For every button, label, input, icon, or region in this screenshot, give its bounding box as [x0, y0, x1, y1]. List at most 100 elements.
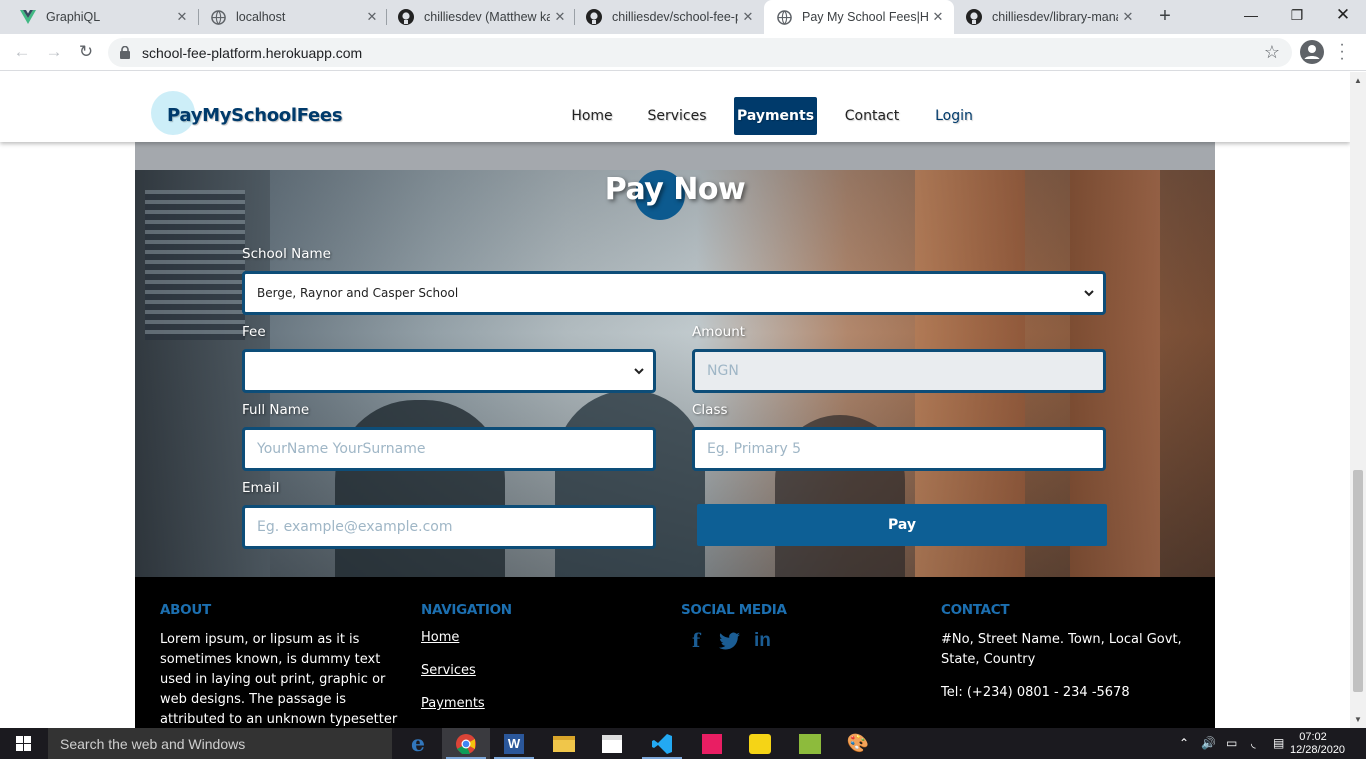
scroll-up-arrow-icon[interactable]: ▲: [1354, 76, 1362, 85]
class-input[interactable]: Eg. Primary 5: [692, 427, 1106, 471]
amount-label: Amount: [692, 324, 746, 340]
tab-graphiql[interactable]: GraphiQL ✕: [8, 0, 198, 34]
taskbar-clock[interactable]: 07:02 12/28/2020: [1290, 731, 1345, 757]
volume-icon[interactable]: 🔊: [1201, 736, 1216, 750]
about-line: attributed to an unknown typesetter: [160, 712, 398, 727]
twitter-icon[interactable]: [719, 632, 741, 656]
vue-icon: [20, 9, 36, 25]
school-name-value: Berge, Raynor and Casper School: [257, 286, 459, 300]
paint-icon[interactable]: 🎨: [834, 728, 882, 759]
pay-now-section: Pay Now School Name Berge, Raynor and Ca…: [135, 170, 1215, 577]
nav-services[interactable]: Services: [642, 97, 712, 135]
address-line: State, Country: [941, 652, 1036, 667]
minimize-icon[interactable]: —: [1228, 0, 1274, 30]
footer-telephone: Tel: (+234) 0801 - 234 -5678: [941, 685, 1130, 700]
close-tab-icon[interactable]: ✕: [362, 9, 382, 25]
close-window-icon[interactable]: ✕: [1320, 0, 1366, 30]
tray-chevron-up-icon[interactable]: ⌃: [1179, 736, 1189, 750]
store-icon[interactable]: [588, 728, 636, 759]
github-icon: [586, 9, 602, 25]
lock-icon[interactable]: [120, 45, 130, 64]
new-tab-button[interactable]: +: [1154, 5, 1176, 27]
full-name-input[interactable]: YourName YourSurname: [242, 427, 656, 471]
tab-pay-my-school-fees[interactable]: Pay My School Fees|Ho ✕: [764, 0, 954, 34]
windows-start-icon[interactable]: [0, 728, 48, 759]
vscode-icon[interactable]: [638, 728, 686, 759]
tab-title: chilliesdev (Matthew ka: [424, 10, 550, 24]
chrome-icon[interactable]: [442, 728, 490, 759]
scroll-down-arrow-icon[interactable]: ▼: [1354, 715, 1362, 724]
map-app-icon[interactable]: [786, 728, 834, 759]
scrollbar-thumb[interactable]: [1353, 470, 1363, 692]
section-divider: [135, 142, 1215, 170]
footer-navigation-heading: NAVIGATION: [421, 602, 512, 618]
full-name-label: Full Name: [242, 402, 310, 418]
tab-title: Pay My School Fees|Ho: [802, 10, 928, 24]
address-line: #No, Street Name. Town, Local Govt,: [941, 632, 1182, 647]
site-footer: ABOUT Lorem ipsum, or lipsum as it is so…: [135, 577, 1215, 728]
linkedin-icon[interactable]: in: [754, 630, 771, 652]
edge-icon[interactable]: e: [394, 728, 442, 759]
notifications-icon[interactable]: ▤: [1273, 736, 1284, 750]
browser-tab-strip: GraphiQL ✕ localhost ✕ chilliesdev (Matt…: [0, 0, 1366, 34]
tab-github-profile[interactable]: chilliesdev (Matthew ka ✕: [386, 0, 576, 34]
fee-select[interactable]: [242, 349, 656, 393]
footer-link-payments[interactable]: Payments: [421, 696, 485, 711]
nav-login[interactable]: Login: [928, 97, 980, 135]
class-label: Class: [692, 402, 728, 418]
taskbar-search-box[interactable]: Search the web and Windows: [48, 728, 392, 759]
page-scrollbar[interactable]: ▲ ▼: [1350, 72, 1366, 728]
browser-toolbar: ← → ↻ school-fee-platform.herokuapp.com …: [0, 34, 1366, 71]
tab-localhost[interactable]: localhost ✕: [198, 0, 388, 34]
battery-icon[interactable]: ▭: [1226, 736, 1237, 750]
nav-contact[interactable]: Contact: [838, 97, 906, 135]
globe-icon: [776, 9, 792, 25]
wifi-icon[interactable]: ◟: [1251, 736, 1256, 750]
facebook-icon[interactable]: f: [692, 630, 700, 652]
site-header: PayMySchoolFees Home Services Payments C…: [0, 72, 1350, 142]
site-logo[interactable]: PayMySchoolFees: [167, 105, 343, 126]
footer-about-text: Lorem ipsum, or lipsum as it is sometime…: [160, 630, 410, 728]
fee-label: Fee: [242, 324, 266, 340]
about-line: Lorem ipsum, or lipsum as it is: [160, 632, 360, 647]
amount-field: NGN: [692, 349, 1106, 393]
school-name-label: School Name: [242, 246, 331, 262]
background-louvre-window: [145, 190, 245, 340]
footer-link-home[interactable]: Home: [421, 630, 459, 645]
nav-home[interactable]: Home: [563, 97, 621, 135]
address-bar[interactable]: school-fee-platform.herokuapp.com ☆: [108, 38, 1292, 67]
profile-avatar-icon[interactable]: [1300, 40, 1324, 64]
close-tab-icon[interactable]: ✕: [172, 9, 192, 25]
class-placeholder: Eg. Primary 5: [707, 441, 802, 457]
close-tab-icon[interactable]: ✕: [738, 9, 758, 25]
footer-contact-heading: CONTACT: [941, 602, 1010, 618]
back-arrow-icon[interactable]: ←: [10, 42, 34, 64]
tab-title: chilliesdev/school-fee-p: [612, 10, 738, 24]
restore-icon[interactable]: ❐: [1274, 0, 1320, 30]
tab-github-school-fee[interactable]: chilliesdev/school-fee-p ✕: [574, 0, 764, 34]
app-pink-icon[interactable]: [688, 728, 736, 759]
close-tab-icon[interactable]: ✕: [928, 9, 948, 25]
bookmark-star-icon[interactable]: ☆: [1264, 42, 1280, 63]
about-line: web designs. The passage is: [160, 692, 346, 707]
footer-link-services[interactable]: Services: [421, 663, 476, 678]
tab-title: chilliesdev/library-mana: [992, 10, 1118, 24]
word-icon[interactable]: W: [490, 728, 538, 759]
email-input[interactable]: Eg. example@example.com: [242, 505, 656, 549]
close-tab-icon[interactable]: ✕: [1118, 9, 1138, 25]
nav-payments[interactable]: Payments: [734, 97, 817, 135]
file-explorer-icon[interactable]: [540, 728, 588, 759]
url-text[interactable]: school-fee-platform.herokuapp.com: [142, 45, 362, 61]
player-icon[interactable]: [736, 728, 784, 759]
school-name-select[interactable]: Berge, Raynor and Casper School: [242, 271, 1106, 315]
tab-github-library[interactable]: chilliesdev/library-mana ✕: [954, 0, 1144, 34]
close-tab-icon[interactable]: ✕: [550, 9, 570, 25]
reload-icon[interactable]: ↻: [74, 42, 98, 64]
email-placeholder: Eg. example@example.com: [257, 519, 453, 535]
windows-taskbar: Search the web and Windows e W 🎨 ⌃ 🔊 ▭ ◟…: [0, 728, 1366, 759]
forward-arrow-icon[interactable]: →: [42, 42, 66, 64]
footer-about-heading: ABOUT: [160, 602, 211, 618]
browser-menu-icon[interactable]: · · ·: [1338, 37, 1346, 67]
page-viewport: PayMySchoolFees Home Services Payments C…: [0, 72, 1350, 728]
pay-button[interactable]: Pay: [697, 504, 1107, 546]
